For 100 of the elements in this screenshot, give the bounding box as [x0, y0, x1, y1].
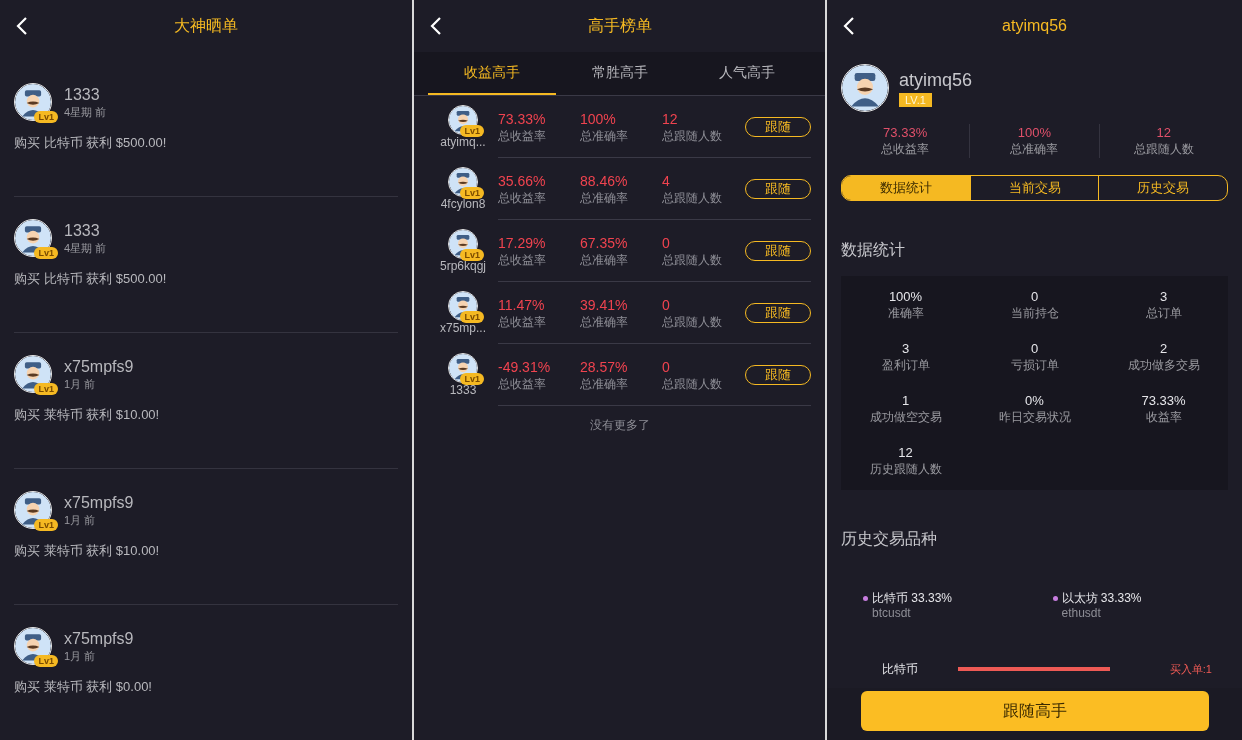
legend-label: 以太坊 33.33% [1061, 591, 1142, 606]
stat-value: -49.31% [498, 357, 552, 376]
user-name: atyimq56 [899, 69, 973, 91]
profile-tab[interactable]: 历史交易 [1098, 176, 1227, 200]
stat-label: 总收益率 [498, 375, 547, 392]
post-text: 购买 莱特币 获利 $10.00! [14, 406, 161, 424]
list-end-text: 没有更多了 [588, 417, 651, 434]
stat-label: 总收益率 [498, 313, 547, 330]
level-badge: Lv1 [460, 311, 484, 323]
post-text: 购买 莱特币 获利 $10.00! [14, 542, 161, 560]
stat-value: 3 [1159, 288, 1168, 305]
stat-value: 35.66% [498, 171, 547, 190]
stat-value: 39.41% [580, 295, 629, 314]
stat-label: 总准确率 [580, 189, 629, 206]
legend-code: btcusdt [872, 606, 912, 620]
page-title: 高手榜单 [587, 16, 652, 36]
stat-value: 0 [662, 233, 671, 252]
stat-value: 100% [580, 109, 617, 128]
section-title: 数据统计 [841, 240, 906, 260]
post-time: 4星期 前 [64, 241, 107, 255]
stat-label: 收益率 [1145, 409, 1182, 426]
post-time: 1月 前 [64, 649, 97, 663]
page-title: atyimq56 [1002, 16, 1067, 36]
stat-label: 成功做多交易 [1127, 357, 1200, 374]
stat-value: 100% [888, 288, 923, 305]
stat-label: 亏损订单 [1010, 357, 1059, 374]
post-time: 4星期 前 [64, 105, 107, 119]
stat-label: 盈利订单 [881, 357, 930, 374]
stat-label: 总收益率 [498, 189, 547, 206]
stat-label: 当前持仓 [1010, 305, 1059, 322]
user-name: 1333 [64, 221, 101, 241]
follow-expert-button[interactable]: 跟随高手 [860, 691, 1209, 731]
stat-label: 总跟随人数 [1133, 141, 1194, 158]
stat-label: 历史跟随人数 [869, 461, 942, 478]
post-time: 1月 前 [64, 377, 97, 391]
stat-value: 12 [662, 109, 679, 128]
avatar-icon [841, 64, 889, 112]
page-title: 大神晒单 [174, 16, 238, 36]
stat-label: 总跟随人数 [662, 313, 723, 330]
post-text: 购买 比特币 获利 $500.00! [14, 134, 168, 152]
level-badge: Lv1 [34, 111, 58, 123]
user-name: x75mpfs9 [64, 629, 134, 649]
stat-value: 67.35% [580, 233, 629, 252]
stat-value: 12 [1156, 124, 1172, 141]
stat-label: 总收益率 [498, 251, 547, 268]
profile-tab[interactable]: 数据统计 [842, 176, 970, 200]
profile-tab[interactable]: 当前交易 [969, 176, 1099, 200]
ranking-tab[interactable]: 常胜高手 [555, 52, 684, 95]
stat-value: 73.33% [498, 109, 547, 128]
ranking-tab[interactable]: 收益高手 [428, 52, 556, 95]
user-name: 1333 [64, 85, 101, 105]
stat-value: 0% [1025, 392, 1044, 409]
stat-value: 12 [898, 444, 913, 461]
stat-value: 11.47% [498, 295, 546, 314]
stat-value: 0 [662, 295, 671, 314]
stat-value: 2 [1159, 340, 1168, 357]
level-badge: Lv1 [460, 125, 484, 137]
level-badge: Lv1 [34, 247, 58, 259]
stat-value: 4 [662, 171, 671, 190]
stat-label: 总准确率 [580, 375, 629, 392]
level-badge: LV.1 [899, 93, 932, 107]
post-text: 购买 比特币 获利 $500.00! [14, 270, 168, 288]
level-badge: Lv1 [34, 519, 58, 531]
buy-count: 买入单:1 [1169, 661, 1212, 677]
stat-label: 总收益率 [881, 141, 930, 158]
section-title: 历史交易品种 [841, 529, 938, 549]
stat-label: 总跟随人数 [662, 189, 723, 206]
stat-value: 88.46% [580, 171, 629, 190]
stat-value: 0 [1030, 340, 1039, 357]
user-name: x75mpfs9 [64, 357, 134, 377]
level-badge: Lv1 [460, 187, 484, 199]
user-name: 5rp6kqgj [440, 259, 486, 273]
stat-value: 28.57% [580, 357, 629, 376]
stat-label: 总订单 [1145, 305, 1182, 322]
level-badge: Lv1 [460, 249, 484, 261]
level-badge: Lv1 [460, 373, 484, 385]
stat-label: 总跟随人数 [662, 251, 723, 268]
stat-label: 总跟随人数 [662, 375, 723, 392]
stat-value: 100% [1017, 124, 1052, 141]
user-name: 4fcylon8 [440, 197, 486, 211]
stat-value: 1 [901, 392, 910, 409]
stat-label: 准确率 [887, 305, 924, 322]
stat-value: 17.29% [498, 233, 547, 252]
stat-label: 总准确率 [580, 313, 629, 330]
stat-value: 3 [901, 340, 910, 357]
level-badge: Lv1 [34, 383, 58, 395]
ranking-tab[interactable]: 人气高手 [683, 52, 811, 95]
stat-value: 73.33% [1141, 392, 1186, 409]
legend-code: ethusdt [1061, 606, 1102, 620]
stat-label: 总准确率 [580, 127, 629, 144]
user-name: x75mp... [440, 321, 486, 335]
stat-value: 0 [1030, 288, 1039, 305]
post-text: 购买 莱特币 获利 $0.00! [14, 678, 153, 696]
stat-value: 0 [662, 357, 671, 376]
stat-label: 总跟随人数 [662, 127, 723, 144]
post-time: 1月 前 [64, 513, 97, 527]
legend-label: 比特币 33.33% [872, 591, 953, 606]
stat-label: 昨日交易状况 [998, 409, 1071, 426]
stat-label: 成功做空交易 [869, 409, 942, 426]
level-badge: Lv1 [34, 655, 58, 667]
